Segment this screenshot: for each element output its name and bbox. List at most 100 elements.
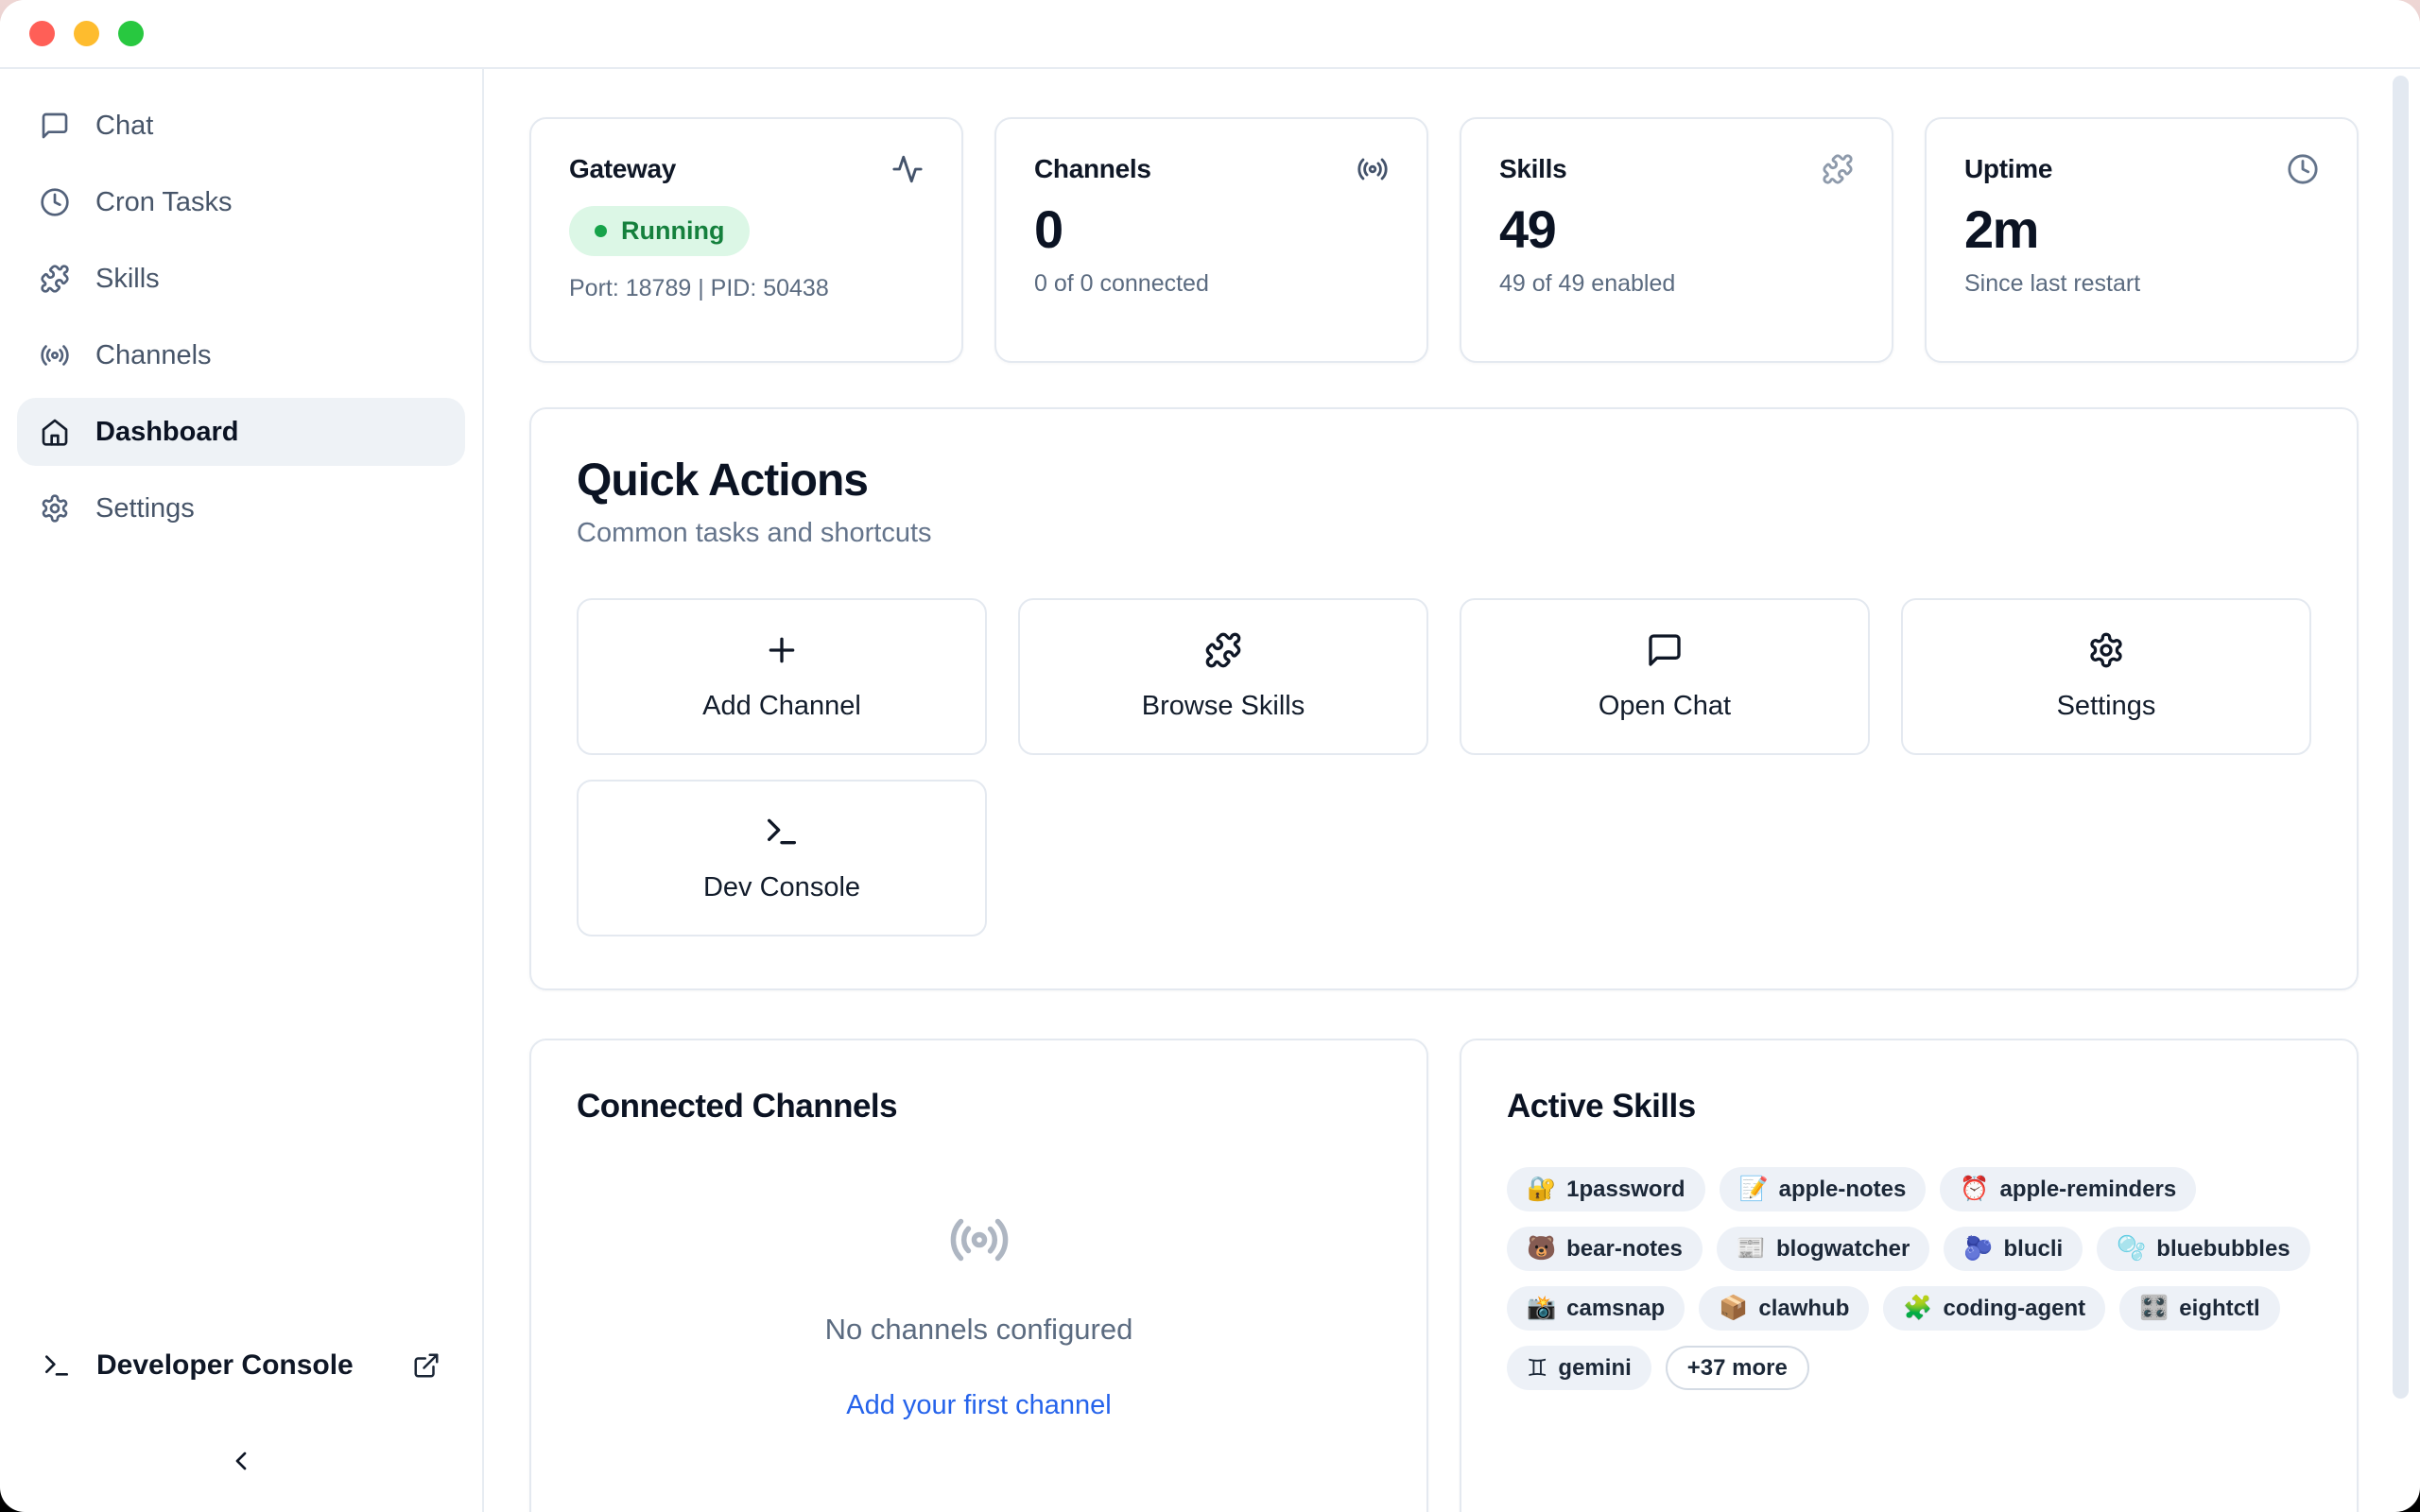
show-more-skills-button[interactable]: +37 more [1666, 1346, 1809, 1390]
skill-badge: ♊gemini [1507, 1346, 1651, 1390]
radio-icon [948, 1209, 1011, 1271]
skill-emoji: 🐻 [1527, 1235, 1556, 1263]
skill-name: blogwatcher [1776, 1236, 1910, 1263]
skill-name: apple-reminders [2000, 1177, 2177, 1203]
card-title: Gateway [569, 154, 676, 184]
empty-channels-text: No channels configured [825, 1313, 1133, 1347]
card-title: Skills [1499, 154, 1566, 184]
zoom-window-button[interactable] [118, 21, 144, 46]
active-skills-panel: Active Skills 🔐 1password 📝 apple-notes ⏰ a… [1460, 1039, 2359, 1512]
sidebar-item-cron-tasks[interactable]: Cron Tasks [17, 168, 465, 236]
action-label: Dev Console [703, 872, 860, 903]
skill-badge: 🐻 bear-notes [1507, 1227, 1703, 1271]
open-chat-button[interactable]: Open Chat [1460, 598, 1870, 755]
collapse-sidebar-button[interactable] [216, 1436, 266, 1486]
card-title: Uptime [1964, 154, 2052, 184]
skill-emoji: 🎛️ [2139, 1295, 2169, 1322]
skill-badge: 🫧 bluebubbles [2097, 1227, 2309, 1271]
settings-button[interactable]: Settings [1901, 598, 2311, 755]
plus-icon [763, 631, 801, 669]
sidebar-item-label: Cron Tasks [95, 187, 233, 218]
connected-channels-title: Connected Channels [577, 1088, 1381, 1125]
clock-icon [2287, 153, 2319, 185]
sidebar-item-dashboard[interactable]: Dashboard [17, 398, 465, 466]
gateway-status-badge: Running [569, 206, 750, 256]
home-icon [40, 417, 70, 447]
card-title: Channels [1034, 154, 1151, 184]
skill-badge: 📰 blogwatcher [1717, 1227, 1930, 1271]
puzzle-icon [1204, 631, 1242, 669]
skill-badge: 🔐 1password [1507, 1167, 1705, 1211]
dev-console-button[interactable]: Dev Console [577, 780, 987, 936]
skill-badge: 📸 camsnap [1507, 1286, 1685, 1331]
sidebar-item-skills[interactable]: Skills [17, 245, 465, 313]
add-channel-button[interactable]: Add Channel [577, 598, 987, 755]
active-skills-title: Active Skills [1507, 1088, 2311, 1125]
puzzle-icon [1822, 153, 1854, 185]
status-label: Running [621, 216, 724, 246]
skill-badge: ⏰ apple-reminders [1940, 1167, 2196, 1211]
scrollbar-thumb[interactable] [2393, 76, 2409, 1399]
skill-emoji: 📦 [1719, 1295, 1748, 1322]
action-label: Settings [2057, 691, 2156, 722]
developer-console-label: Developer Console [96, 1349, 388, 1382]
skill-emoji: 📝 [1739, 1176, 1769, 1203]
radio-icon [40, 340, 70, 370]
skill-badge: 🎛️eightctl [2119, 1286, 2279, 1331]
skill-emoji: 🫧 [2117, 1235, 2146, 1263]
uptime-card: Uptime 2m Since last restart [1925, 117, 2359, 363]
uptime-detail: Since last restart [1964, 270, 2319, 298]
skills-badges: 🔐 1password 📝 apple-notes ⏰ apple-reminders… [1507, 1167, 2311, 1390]
skill-name: camsnap [1566, 1296, 1665, 1322]
sidebar-item-settings[interactable]: Settings [17, 474, 465, 542]
skills-detail: 49 of 49 enabled [1499, 270, 1854, 298]
sidebar-item-label: Channels [95, 340, 212, 371]
skill-name: bluebubbles [2156, 1236, 2290, 1263]
gear-icon [40, 493, 70, 524]
gateway-detail: Port: 18789 | PID: 50438 [569, 275, 924, 302]
skill-name: bear-notes [1566, 1236, 1683, 1263]
terminal-icon [763, 813, 801, 850]
minimize-window-button[interactable] [74, 21, 99, 46]
browse-skills-button[interactable]: Browse Skills [1018, 598, 1428, 755]
sidebar-item-label: Chat [95, 111, 153, 142]
skill-name: 1password [1566, 1177, 1685, 1203]
skill-badge: 🫐blucli [1944, 1227, 2083, 1271]
skill-badge: 🧩coding-agent [1883, 1286, 2105, 1331]
radio-icon [1357, 153, 1389, 185]
add-first-channel-link[interactable]: Add your first channel [846, 1390, 1111, 1421]
skill-name: apple-notes [1779, 1177, 1907, 1203]
skill-emoji: 📸 [1527, 1295, 1556, 1322]
gateway-card: Gateway Running Port: 18789 | PID: 50438 [529, 117, 963, 363]
skill-emoji: 🔐 [1527, 1176, 1556, 1203]
sidebar-item-chat[interactable]: Chat [17, 92, 465, 160]
stats-row: Gateway Running Port: 18789 | PID: 50438… [529, 117, 2359, 363]
open-external-button[interactable] [412, 1351, 441, 1380]
quick-actions-grid: Add Channel Browse Skills Open Chat Sett… [577, 598, 2311, 936]
skill-emoji: 📰 [1737, 1235, 1766, 1263]
skills-count: 49 [1499, 200, 1854, 259]
close-window-button[interactable] [29, 21, 55, 46]
status-dot [595, 225, 607, 237]
quick-actions-subtitle: Common tasks and shortcuts [577, 518, 2311, 549]
action-label: Open Chat [1599, 691, 1731, 722]
skill-badge: 📝 apple-notes [1720, 1167, 1927, 1211]
chevron-left-icon [226, 1446, 256, 1476]
puzzle-icon [40, 264, 70, 294]
skill-emoji: ♊ [1527, 1354, 1547, 1383]
connected-channels-panel: Connected Channels No channels configure… [529, 1039, 1428, 1512]
channels-card: Channels 0 0 of 0 connected [994, 117, 1428, 363]
activity-icon [891, 153, 924, 185]
developer-console-row[interactable]: Developer Console [17, 1332, 465, 1399]
app-window: Chat Cron Tasks Skills Channels Dashboar… [0, 0, 2420, 1512]
sidebar-item-channels[interactable]: Channels [17, 321, 465, 389]
clock-icon [40, 187, 70, 217]
channels-empty-state: No channels configured Add your first ch… [577, 1209, 1381, 1421]
bottom-row: Connected Channels No channels configure… [529, 1039, 2359, 1512]
external-link-icon [412, 1351, 441, 1380]
skill-name: blucli [2003, 1236, 2063, 1263]
skill-emoji: ⏰ [1960, 1176, 1989, 1203]
channels-count: 0 [1034, 200, 1389, 259]
sidebar-item-label: Skills [95, 264, 160, 295]
sidebar-item-label: Settings [95, 493, 195, 524]
